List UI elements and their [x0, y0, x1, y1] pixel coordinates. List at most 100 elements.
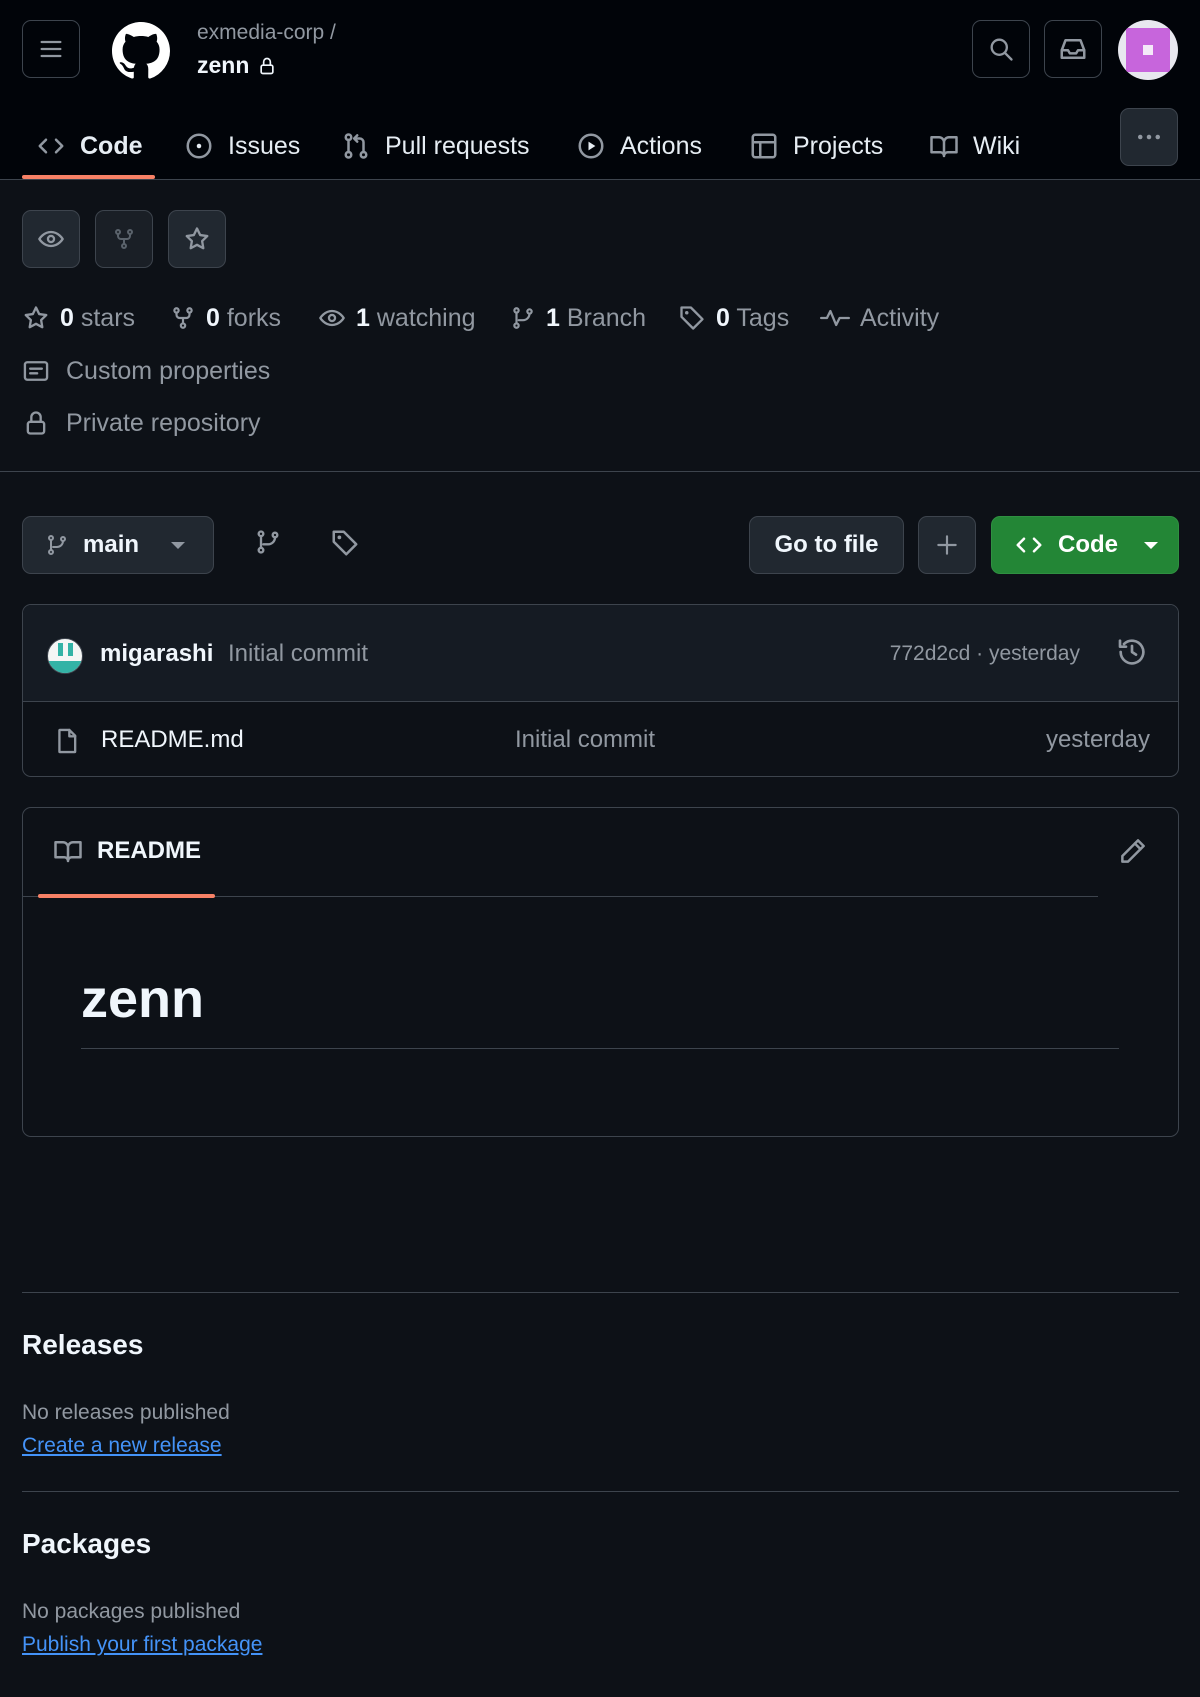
- branch-select-button[interactable]: main: [22, 516, 214, 574]
- table-row[interactable]: README.md Initial commit yesterday: [23, 702, 1178, 776]
- file-name[interactable]: README.md: [101, 726, 244, 754]
- add-file-button[interactable]: [918, 516, 976, 574]
- more-tabs-button[interactable]: [1120, 108, 1178, 166]
- go-to-file-button[interactable]: Go to file: [749, 516, 904, 574]
- branch-icon: [510, 305, 536, 331]
- book-icon: [53, 836, 83, 866]
- stars-count: 0: [60, 303, 74, 332]
- repo-nav: Code Issues Pull requests Actions Projec…: [0, 112, 1100, 180]
- readme-tab[interactable]: README: [53, 836, 201, 866]
- fork-icon: [170, 305, 196, 331]
- create-release-link[interactable]: Create a new release: [22, 1434, 222, 1458]
- author-avatar[interactable]: [47, 638, 83, 674]
- kebab-horizontal-icon: [1134, 122, 1164, 152]
- divider: [22, 1491, 1179, 1492]
- releases-title[interactable]: Releases: [22, 1329, 143, 1361]
- repo-owner-link[interactable]: exmedia-corp /: [197, 21, 336, 45]
- eye-icon: [37, 225, 65, 253]
- divider: [22, 1292, 1179, 1293]
- readme-tab-indicator: [38, 894, 215, 898]
- tab-code[interactable]: Code: [36, 112, 143, 180]
- visibility-label: Private repository: [66, 408, 261, 437]
- tags-label: Tags: [736, 303, 790, 332]
- file-commit-date: yesterday: [1045, 726, 1150, 753]
- branches-link[interactable]: [254, 528, 282, 556]
- readme-tab-label: README: [97, 837, 202, 864]
- book-icon: [929, 131, 959, 161]
- tab-wiki-label: Wiki: [973, 131, 1021, 160]
- top-header: exmedia-corp / zenn Code Issues Pull req…: [0, 0, 1200, 180]
- tab-actions[interactable]: Actions: [576, 112, 702, 180]
- code-dropdown-button[interactable]: Code: [991, 516, 1179, 574]
- tag-icon: [678, 304, 706, 332]
- tags-link[interactable]: [330, 528, 360, 558]
- pencil-icon[interactable]: [1118, 836, 1148, 866]
- lock-icon: [22, 409, 50, 437]
- fork-button[interactable]: [95, 210, 153, 268]
- tags-stat[interactable]: 0 Tags: [678, 300, 789, 336]
- inbox-icon: [1058, 34, 1088, 64]
- commit-message[interactable]: Initial commit: [228, 640, 368, 668]
- file-list: migarashi Initial commit 772d2cd · yeste…: [22, 604, 1179, 777]
- readme-panel: README zenn: [22, 807, 1179, 1137]
- file-commit-message[interactable]: Initial commit: [515, 726, 655, 754]
- tab-issues[interactable]: Issues: [184, 112, 300, 180]
- tab-pull-requests[interactable]: Pull requests: [341, 112, 530, 180]
- github-logo-icon[interactable]: [112, 22, 170, 80]
- menu-button[interactable]: [22, 20, 80, 78]
- tab-projects[interactable]: Projects: [749, 112, 883, 180]
- commit-hash-time[interactable]: 772d2cd · yesterday: [890, 642, 1080, 666]
- tags-count: 0: [716, 303, 730, 332]
- tab-pull-requests-label: Pull requests: [385, 131, 530, 160]
- tag-icon: [330, 528, 360, 558]
- tab-projects-label: Projects: [793, 131, 884, 160]
- watching-stat[interactable]: 1 watching: [318, 300, 476, 336]
- repo-name-label[interactable]: zenn: [197, 52, 249, 79]
- file-icon: [53, 726, 81, 756]
- table-icon: [749, 131, 779, 161]
- branch-stat[interactable]: 1 Branch: [510, 300, 646, 336]
- custom-properties-label: Custom properties: [66, 356, 271, 385]
- visibility-info: Private repository: [22, 405, 261, 441]
- tab-issues-label: Issues: [228, 131, 301, 160]
- lock-icon: [257, 56, 277, 76]
- fork-icon: [112, 227, 136, 251]
- issue-icon: [184, 131, 214, 161]
- inbox-button[interactable]: [1044, 20, 1102, 78]
- history-icon[interactable]: [1116, 636, 1148, 668]
- code-button-label: Code: [1058, 531, 1118, 558]
- heading-rule: [81, 1048, 1119, 1049]
- note-icon: [22, 357, 50, 385]
- activity-stat[interactable]: Activity: [820, 300, 939, 336]
- hamburger-icon: [37, 35, 65, 63]
- activity-label: Activity: [860, 303, 940, 332]
- repo-name[interactable]: zenn: [197, 52, 277, 79]
- watch-button[interactable]: [22, 210, 80, 268]
- forks-stat[interactable]: 0 forks: [170, 300, 281, 336]
- branch-icon: [254, 528, 282, 556]
- search-button[interactable]: [972, 20, 1030, 78]
- tab-wiki[interactable]: Wiki: [929, 112, 1020, 180]
- star-button[interactable]: [168, 210, 226, 268]
- play-icon: [576, 131, 606, 161]
- stars-stat[interactable]: 0 stars: [22, 300, 135, 336]
- stars-label: stars: [80, 303, 136, 332]
- custom-properties-link[interactable]: Custom properties: [22, 353, 270, 389]
- readme-heading: zenn: [81, 969, 205, 1029]
- tab-actions-label: Actions: [620, 131, 702, 160]
- selected-tab-indicator: [22, 175, 155, 179]
- star-icon: [22, 304, 50, 332]
- caret-down-icon: [171, 542, 185, 549]
- branch-count: 1: [546, 303, 560, 332]
- packages-title[interactable]: Packages: [22, 1528, 151, 1560]
- divider: [0, 471, 1200, 472]
- readme-header: README: [23, 808, 1098, 898]
- commit-author[interactable]: migarashi: [100, 640, 213, 668]
- releases-empty-text: No releases published: [22, 1401, 230, 1424]
- publish-package-link[interactable]: Publish your first package: [22, 1633, 262, 1657]
- watching-count: 1: [356, 303, 370, 332]
- plus-icon: [934, 532, 960, 558]
- user-avatar[interactable]: [1118, 20, 1178, 80]
- caret-down-icon: [1144, 542, 1158, 549]
- star-icon: [183, 225, 211, 253]
